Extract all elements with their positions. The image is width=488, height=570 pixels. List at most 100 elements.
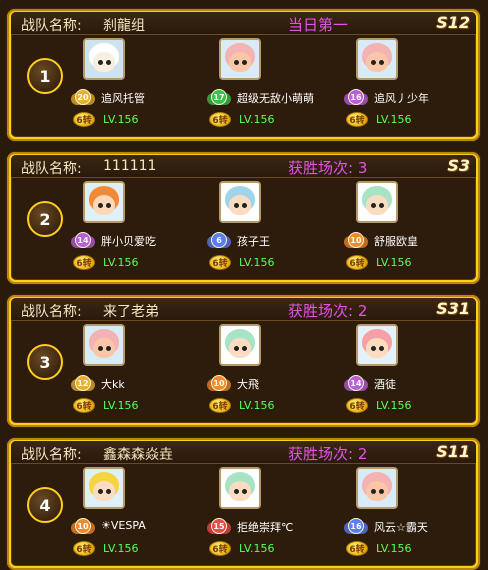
avatar-eye [242,489,247,494]
player-level: LV.156 [239,113,275,126]
team-member[interactable]: 20 追风托管 6转 LV.156 [71,38,201,136]
team-member[interactable]: 12 大kk 6转 LV.156 [71,324,201,422]
badge-level: 15 [211,518,227,534]
player-name[interactable]: 胖小贝爱吃 [101,233,156,249]
team-card[interactable]: 战队名称: 111111 获胜场次: 3 S3 2 14 胖小贝爱吃 6转 LV.156 6 孩子王… [7,152,480,284]
orange-hair-avatar-icon[interactable] [83,181,125,223]
server-tag: S12 [436,13,470,32]
team-status: 获胜场次: 2 [288,445,368,463]
rebirth-turn-icon: 6转 [346,255,368,270]
rebirth-turn-icon: 6转 [346,112,368,127]
team-header: 战队名称: 111111 获胜场次: 3 S3 [11,155,476,178]
player-level: LV.156 [376,399,412,412]
team-member[interactable]: 16 追风丿少年 6转 LV.156 [344,38,474,136]
server-tag: S31 [436,299,470,318]
badge-level: 17 [211,89,227,105]
badge-level: 12 [75,375,91,391]
player-level: LV.156 [376,113,412,126]
badge-level: 6 [211,232,227,248]
level-badge-icon: 14 [71,232,95,252]
team-card-panel: 战队名称: 鑫森森焱垚 获胜场次: 2 S11 4 10 ☀VESPA 6转 LV.156 15 拒… [11,441,476,566]
player-name[interactable]: 大kk [101,376,125,392]
team-name-label: 战队名称: [21,304,82,320]
player-name[interactable]: 舒服欧皇 [374,233,418,249]
avatar-eye [242,203,247,208]
player-level: LV.156 [239,542,275,555]
player-level: LV.156 [239,399,275,412]
avatar-eye [106,203,111,208]
player-name[interactable]: 追风托管 [101,90,145,106]
player-name[interactable]: 大飛 [237,376,259,392]
avatar-eye [379,203,384,208]
avatar-face [366,52,388,72]
team-name: 鑫森森焱垚 [103,447,173,463]
rank-badge: 2 [27,201,63,237]
team-member[interactable]: 17 超级无敌小萌萌 6转 LV.156 [207,38,337,136]
avatar-eye [106,346,111,351]
pink-sheep-avatar-icon[interactable] [356,38,398,80]
team-member[interactable]: 10 大飛 6转 LV.156 [207,324,337,422]
team-member[interactable]: 16 风云☆霸天 6转 LV.156 [344,467,474,565]
team-status: 获胜场次: 3 [288,159,368,177]
team-status: 当日第一 [288,16,349,34]
avatar-eye [98,60,103,65]
team-status: 获胜场次: 2 [288,302,368,320]
player-name[interactable]: 酒徒 [374,376,396,392]
team-member[interactable]: 10 舒服欧皇 6转 LV.156 [344,181,474,279]
player-level: LV.156 [103,399,139,412]
team-card[interactable]: 战队名称: 刹龍组 当日第一 S12 1 20 追风托管 6转 LV.156 17 超级无敌小萌萌 6… [7,9,480,141]
avatar-eye [98,203,103,208]
green-hair-avatar-icon[interactable] [219,467,261,509]
yellow-hair-avatar-icon[interactable] [83,467,125,509]
team-member[interactable]: 6 孩子王 6转 LV.156 [207,181,337,279]
team-card[interactable]: 战队名称: 鑫森森焱垚 获胜场次: 2 S11 4 10 ☀VESPA 6转 LV.156 15 拒… [7,438,480,570]
team-card-panel: 战队名称: 来了老弟 获胜场次: 2 S31 3 12 大kk 6转 LV.156 10 大飛 6转 L… [11,298,476,423]
player-level: LV.156 [103,542,139,555]
team-member[interactable]: 10 ☀VESPA 6转 LV.156 [71,467,201,565]
avatar-eye [242,346,247,351]
rebirth-turn-icon: 6转 [209,541,231,556]
green-hair-avatar-icon[interactable] [219,324,261,366]
badge-level: 14 [348,375,364,391]
level-badge-icon: 10 [344,232,368,252]
ranking-board: 战队名称: 刹龍组 当日第一 S12 1 20 追风托管 6转 LV.156 17 超级无敌小萌萌 6… [0,0,488,570]
pink-sheep-avatar-icon[interactable] [219,38,261,80]
rebirth-turn-icon: 6转 [209,255,231,270]
pink-sheep-avatar-icon[interactable] [356,467,398,509]
player-name[interactable]: ☀VESPA [101,519,146,532]
pink-sheep-avatar-icon[interactable] [83,324,125,366]
avatar-eye [371,203,376,208]
avatar-eye [379,346,384,351]
green-hair-avatar-icon[interactable] [356,181,398,223]
team-card-panel: 战队名称: 111111 获胜场次: 3 S3 2 14 胖小贝爱吃 6转 LV.156 6 孩子王… [11,155,476,280]
avatar-eye [234,489,239,494]
level-badge-icon: 16 [344,89,368,109]
player-name[interactable]: 风云☆霸天 [374,519,428,535]
avatar-eye [379,60,384,65]
avatar-eye [234,346,239,351]
pigtail-girl-avatar-icon[interactable] [356,324,398,366]
player-name[interactable]: 拒绝崇拜℃ [237,519,293,535]
avatar-eye [106,60,111,65]
rebirth-turn-icon: 6转 [209,112,231,127]
team-member[interactable]: 14 酒徒 6转 LV.156 [344,324,474,422]
team-member[interactable]: 15 拒绝崇拜℃ 6转 LV.156 [207,467,337,565]
player-name[interactable]: 追风丿少年 [374,90,429,106]
avatar-eye [234,60,239,65]
team-name: 111111 [103,158,157,174]
team-card[interactable]: 战队名称: 来了老弟 获胜场次: 2 S31 3 12 大kk 6转 LV.156 10 大飛 6转 L… [7,295,480,427]
player-name[interactable]: 孩子王 [237,233,270,249]
avatar-face [229,195,251,215]
level-badge-icon: 17 [207,89,231,109]
player-level: LV.156 [376,256,412,269]
sheep-hero-avatar-icon[interactable] [83,38,125,80]
team-member[interactable]: 14 胖小贝爱吃 6转 LV.156 [71,181,201,279]
team-name-label: 战队名称: [21,447,82,463]
blue-hair-avatar-icon[interactable] [219,181,261,223]
player-name[interactable]: 超级无敌小萌萌 [237,90,314,106]
player-level: LV.156 [239,256,275,269]
avatar-face [93,481,115,501]
avatar-face [93,52,115,72]
avatar-face [229,338,251,358]
rebirth-turn-icon: 6转 [209,398,231,413]
